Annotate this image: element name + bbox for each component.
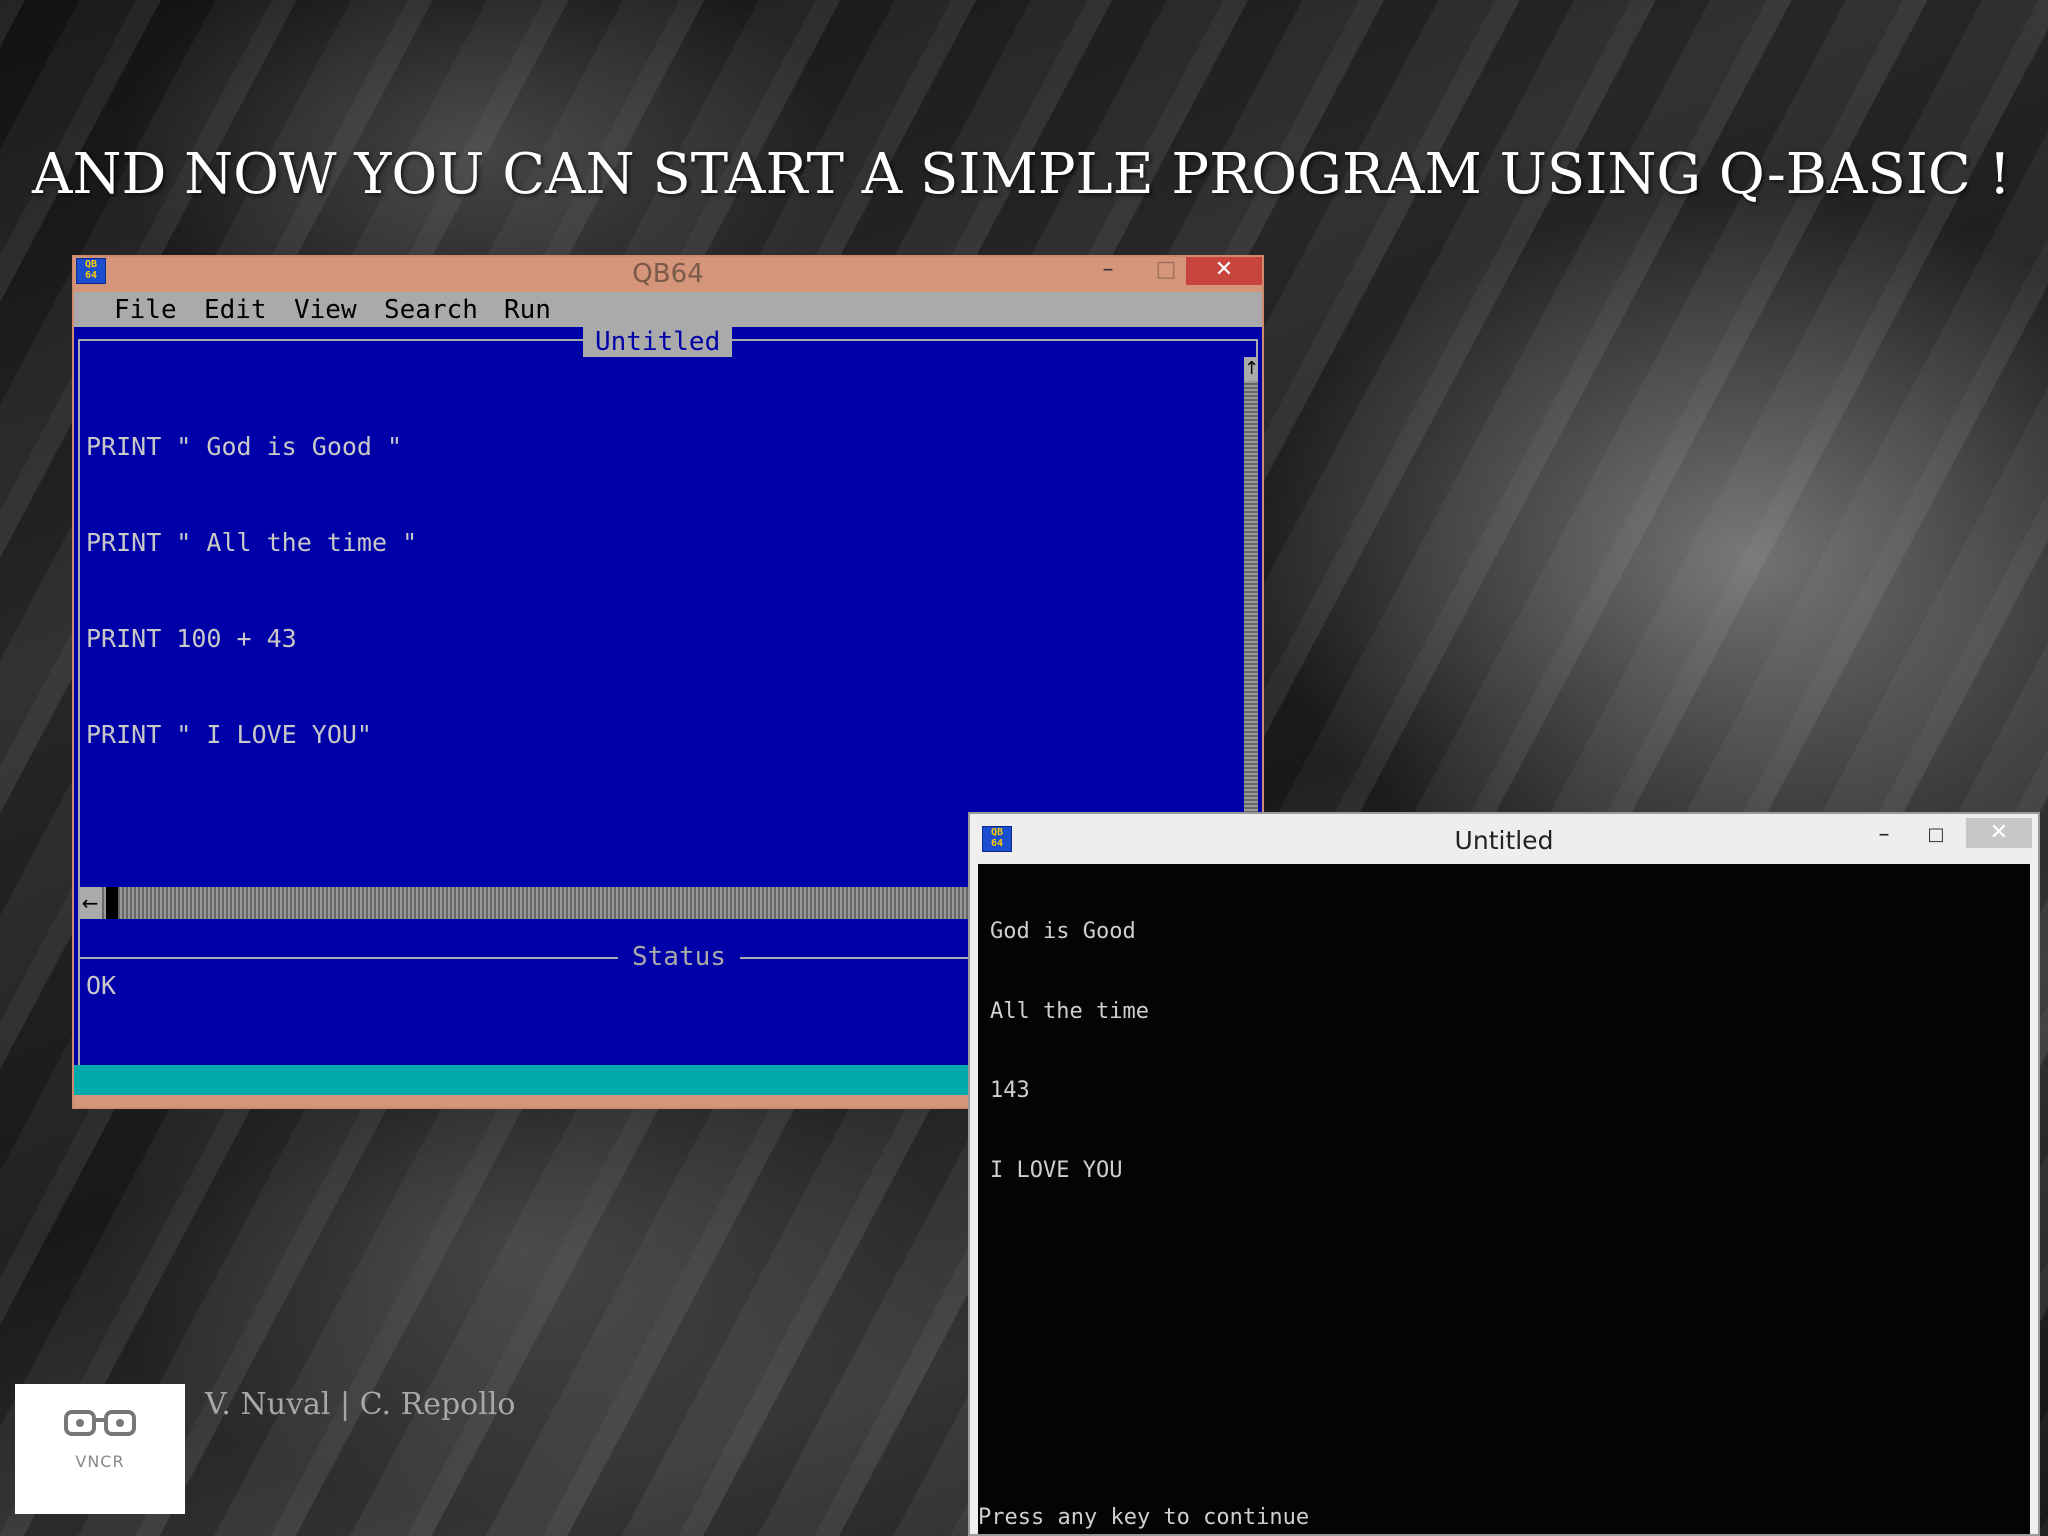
menu-search[interactable]: Search <box>384 295 478 325</box>
menu-edit[interactable]: Edit <box>204 295 267 325</box>
horizontal-scrollbar[interactable]: ← <box>78 887 978 919</box>
code-line[interactable]: PRINT 100 + 43 <box>86 623 417 655</box>
scroll-left-arrow-icon[interactable]: ← <box>78 887 102 919</box>
code-line[interactable]: PRINT " I LOVE YOU" <box>86 719 417 751</box>
menu-view[interactable]: View <box>294 295 357 325</box>
press-any-key-prompt: Press any key to continue <box>978 1505 1310 1530</box>
output-titlebar[interactable]: QB 64 Untitled – □ ✕ <box>970 814 2038 864</box>
console-output[interactable]: God is Good All the time 143 I LOVE YOU … <box>978 864 2030 1534</box>
vertical-scrollbar[interactable]: ↑ <box>1244 357 1259 837</box>
qb64-titlebar[interactable]: QB 64 QB64 – □ ✕ <box>74 257 1262 292</box>
status-label: Status <box>618 939 740 975</box>
code-area[interactable]: PRINT " God is Good " PRINT " All the ti… <box>86 367 417 815</box>
close-button[interactable]: ✕ <box>1186 257 1262 285</box>
editor-tab-untitled[interactable]: Untitled <box>583 327 733 357</box>
console-text: God is Good All the time 143 I LOVE YOU <box>990 866 1149 1237</box>
code-line[interactable]: PRINT " God is Good " <box>86 431 417 463</box>
author-credits: V. Nuval | C. Repollo <box>205 1387 516 1422</box>
glasses-icon <box>64 1410 136 1436</box>
close-button[interactable]: ✕ <box>1966 818 2032 848</box>
minimize-button[interactable]: – <box>1854 822 1914 850</box>
maximize-button[interactable]: □ <box>1906 822 1966 850</box>
minimize-button[interactable]: – <box>1078 257 1138 285</box>
output-window: QB 64 Untitled – □ ✕ God is Good All the … <box>968 812 2040 1536</box>
output-line: 143 <box>990 1078 1030 1103</box>
menu-run[interactable]: Run <box>504 295 551 325</box>
vncr-logo: VNCR <box>15 1384 185 1514</box>
output-line: God is Good <box>990 919 1136 944</box>
status-text: OK <box>86 971 117 1000</box>
scrollbar-thumb[interactable] <box>106 887 118 919</box>
code-line[interactable]: PRINT " All the time " <box>86 527 417 559</box>
menu-bar: File Edit View Search Run <box>74 292 1262 327</box>
slide-title: AND NOW YOU CAN START A SIMPLE PROGRAM U… <box>32 142 2011 207</box>
menu-file[interactable]: File <box>114 295 177 325</box>
output-line: All the time <box>990 998 1149 1024</box>
scroll-up-arrow-icon[interactable]: ↑ <box>1244 357 1259 381</box>
output-line: I LOVE YOU <box>990 1157 1123 1183</box>
logo-text: VNCR <box>75 1452 125 1471</box>
